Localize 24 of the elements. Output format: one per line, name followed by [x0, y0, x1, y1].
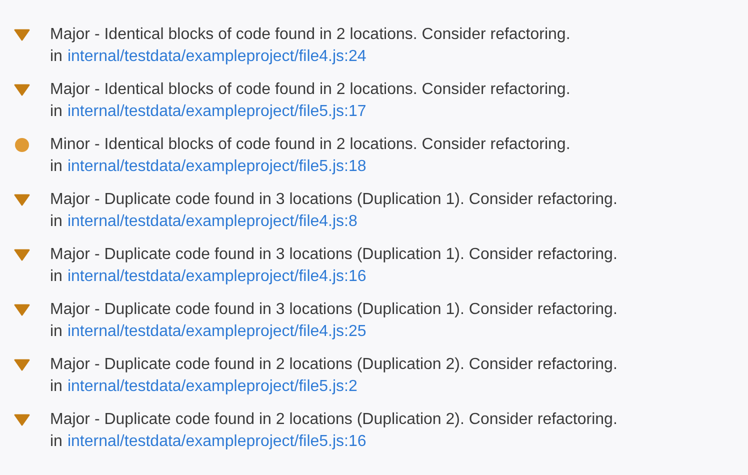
file-link[interactable]: internal/testdata/exampleproject/file4.js:25	[67, 321, 366, 343]
location-prefix: in	[50, 322, 62, 342]
issue-message: Major - Duplicate code found in 3 locations (Duplication 1). Consider refactoring.	[50, 300, 618, 320]
file-link[interactable]: internal/testdata/exampleproject/file4.js:16	[67, 266, 366, 288]
file-link[interactable]: internal/testdata/exampleproject/file4.js:8	[67, 211, 358, 233]
issue-message: Minor - Identical blocks of code found in 2 locations. Consider refactoring.	[50, 135, 570, 155]
location-prefix: in	[50, 267, 62, 287]
issue-message: Major - Duplicate code found in 2 locations (Duplication 2). Consider refactoring.	[50, 355, 618, 375]
file-link[interactable]: internal/testdata/exampleproject/file5.js:16	[67, 431, 366, 453]
location-prefix: in	[50, 432, 62, 452]
issue-message: Major - Identical blocks of code found in 2 locations. Consider refactoring.	[50, 80, 570, 100]
file-link[interactable]: internal/testdata/exampleproject/file4.js:24	[67, 46, 366, 68]
file-link[interactable]: internal/testdata/exampleproject/file5.js:17	[67, 101, 366, 123]
location-prefix: in	[50, 47, 62, 67]
issue-message: Major - Duplicate code found in 3 locations (Duplication 1). Consider refactoring.	[50, 190, 618, 210]
location-prefix: in	[50, 377, 62, 397]
location-prefix: in	[50, 157, 62, 177]
location-prefix: in	[50, 212, 62, 232]
file-link[interactable]: internal/testdata/exampleproject/file5.js:2	[67, 376, 358, 398]
issue-message: Major - Duplicate code found in 2 locations (Duplication 2). Consider refactoring.	[50, 410, 618, 430]
issue-message: Major - Identical blocks of code found in 2 locations. Consider refactoring.	[50, 25, 570, 45]
issue-message: Major - Duplicate code found in 3 locations (Duplication 1). Consider refactoring.	[50, 245, 618, 265]
file-link[interactable]: internal/testdata/exampleproject/file5.js:18	[67, 156, 366, 178]
location-prefix: in	[50, 102, 62, 122]
